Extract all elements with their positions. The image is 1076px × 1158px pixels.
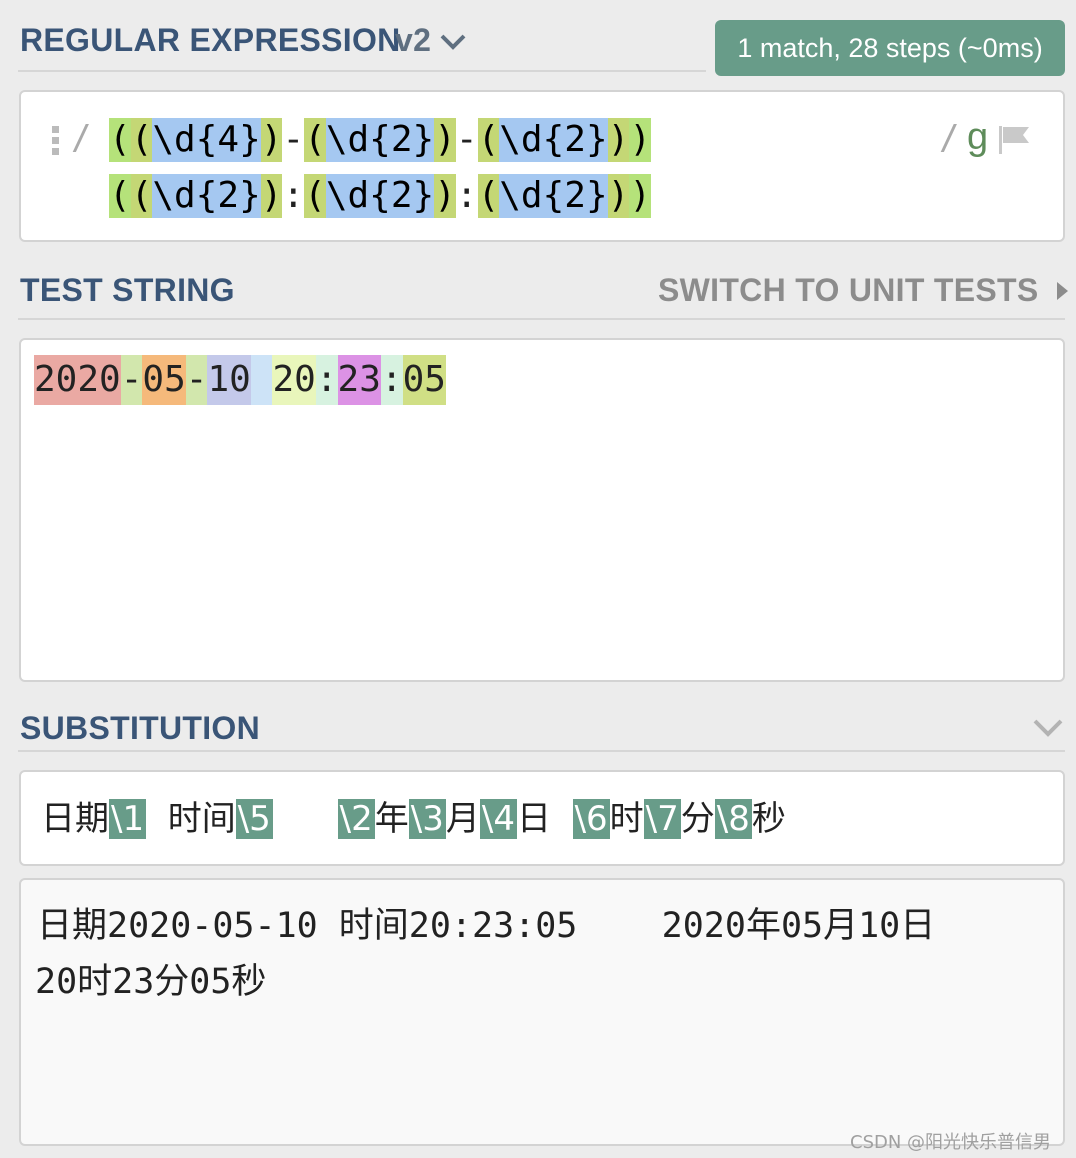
- backreference-token: \3: [408, 799, 446, 839]
- match-group-segment: 20: [272, 355, 316, 405]
- regex-token: \d{4}: [152, 118, 261, 162]
- drag-handle-icon[interactable]: [51, 124, 61, 158]
- switch-label: SWITCH TO UNIT TESTS: [658, 272, 1039, 308]
- test-string-editor[interactable]: 2020-05-10 20:23:05: [19, 338, 1065, 682]
- regex-token: \d{2}: [499, 118, 608, 162]
- regex-flags[interactable]: g: [967, 116, 988, 159]
- match-group-segment: [250, 355, 273, 405]
- regex-token: ): [434, 118, 456, 162]
- regex-delimiter-close: /: [939, 118, 960, 158]
- regex-token: (: [304, 174, 326, 218]
- regex-pattern-line-2[interactable]: ((\d{2}):(\d{2}):(\d{2})): [109, 174, 651, 218]
- match-group-segment: 2020: [34, 355, 121, 405]
- substitution-editor[interactable]: 日期\1 时间\5 \2年\3月\4日 \6时\7分\8秒: [19, 770, 1065, 866]
- regex-token: \d{2}: [499, 174, 608, 218]
- regex-token: ): [260, 118, 283, 162]
- substitution-literal: 年: [374, 799, 409, 839]
- result-line-1: 日期2020-05-10 时间20:23:05 2020年05月10日: [37, 906, 936, 946]
- regex-token: (: [477, 174, 500, 218]
- substitution-result: 日期2020-05-10 时间20:23:05 2020年05月10日 20时2…: [19, 878, 1065, 1146]
- backreference-token: \7: [643, 799, 681, 839]
- match-group-segment: :: [380, 355, 403, 405]
- backreference-token: \1: [109, 799, 147, 839]
- regex-token: \d{2}: [152, 174, 261, 218]
- regex-literal: -: [455, 119, 478, 160]
- test-heading-rule: [18, 318, 1065, 320]
- substitution-heading: SUBSTITUTION: [20, 710, 261, 746]
- regex-token: (: [477, 118, 500, 162]
- substitution-literal: 日期: [41, 799, 109, 839]
- substitution-literal: 日: [516, 799, 573, 839]
- regex-token: (: [130, 174, 153, 218]
- match-info-badge: 1 match, 28 steps (~0ms): [715, 20, 1065, 76]
- regex-version-selector[interactable]: v2: [395, 22, 467, 59]
- substitution-literal: [273, 799, 338, 839]
- regex-literal: -: [282, 119, 305, 160]
- regex-token: ): [260, 174, 283, 218]
- regex-editor[interactable]: / ((\d{4})-(\d{2})-(\d{2})) ((\d{2}):(\d…: [19, 90, 1065, 242]
- match-group-segment: 10: [207, 355, 251, 405]
- regex-token: (: [109, 174, 131, 218]
- regex-literal: :: [282, 175, 305, 216]
- regex-token: (: [304, 118, 326, 162]
- backreference-token: \2: [337, 799, 375, 839]
- match-group-segment: 23: [337, 355, 381, 405]
- watermark: CSDN @阳光快乐普信男: [850, 1132, 1052, 1153]
- substitution-literal: 分: [680, 799, 715, 839]
- flag-icon[interactable]: [997, 124, 1033, 156]
- chevron-down-icon: [440, 34, 466, 50]
- regex-token: ): [607, 174, 630, 218]
- backreference-token: \5: [235, 799, 273, 839]
- regex-token: ): [607, 118, 630, 162]
- version-label: v2: [395, 22, 432, 58]
- backreference-token: \8: [714, 799, 752, 839]
- substitution-literal: 时间: [146, 799, 236, 839]
- regex-literal: :: [455, 175, 478, 216]
- regex-token: (: [109, 118, 131, 162]
- substitution-literal: 月: [445, 799, 480, 839]
- match-group-segment: 05: [402, 355, 446, 405]
- match-group-segment: :: [315, 355, 338, 405]
- regex-token: ): [629, 118, 651, 162]
- match-group-segment: -: [120, 355, 143, 405]
- substitution-literal: 秒: [751, 799, 786, 839]
- test-string-heading: TEST STRING: [20, 272, 235, 308]
- backreference-token: \6: [572, 799, 610, 839]
- regex-delimiter-open: /: [71, 118, 92, 158]
- match-group-segment: 05: [142, 355, 186, 405]
- regex-token: ): [434, 174, 456, 218]
- caret-right-icon: [1056, 281, 1068, 300]
- regex-token: ): [629, 174, 651, 218]
- switch-to-unit-tests-link[interactable]: SWITCH TO UNIT TESTS: [658, 272, 1073, 309]
- regex-heading-rule: [18, 70, 706, 72]
- regex-pattern-line-1[interactable]: ((\d{4})-(\d{2})-(\d{2})): [109, 118, 651, 162]
- substitution-pattern[interactable]: 日期\1 时间\5 \2年\3月\4日 \6时\7分\8秒: [41, 799, 786, 839]
- regex-token: \d{2}: [325, 174, 435, 218]
- test-string-text[interactable]: 2020-05-10 20:23:05: [34, 355, 446, 405]
- match-group-segment: -: [185, 355, 208, 405]
- substitution-heading-rule: [18, 750, 1065, 752]
- result-line-2: 20时23分05秒: [35, 962, 267, 1002]
- regex-token: (: [130, 118, 153, 162]
- regex-heading: REGULAR EXPRESSION: [20, 22, 401, 58]
- chevron-down-icon[interactable]: [1032, 716, 1064, 738]
- regex-token: \d{2}: [325, 118, 435, 162]
- substitution-literal: 时: [609, 799, 644, 839]
- backreference-token: \4: [479, 799, 517, 839]
